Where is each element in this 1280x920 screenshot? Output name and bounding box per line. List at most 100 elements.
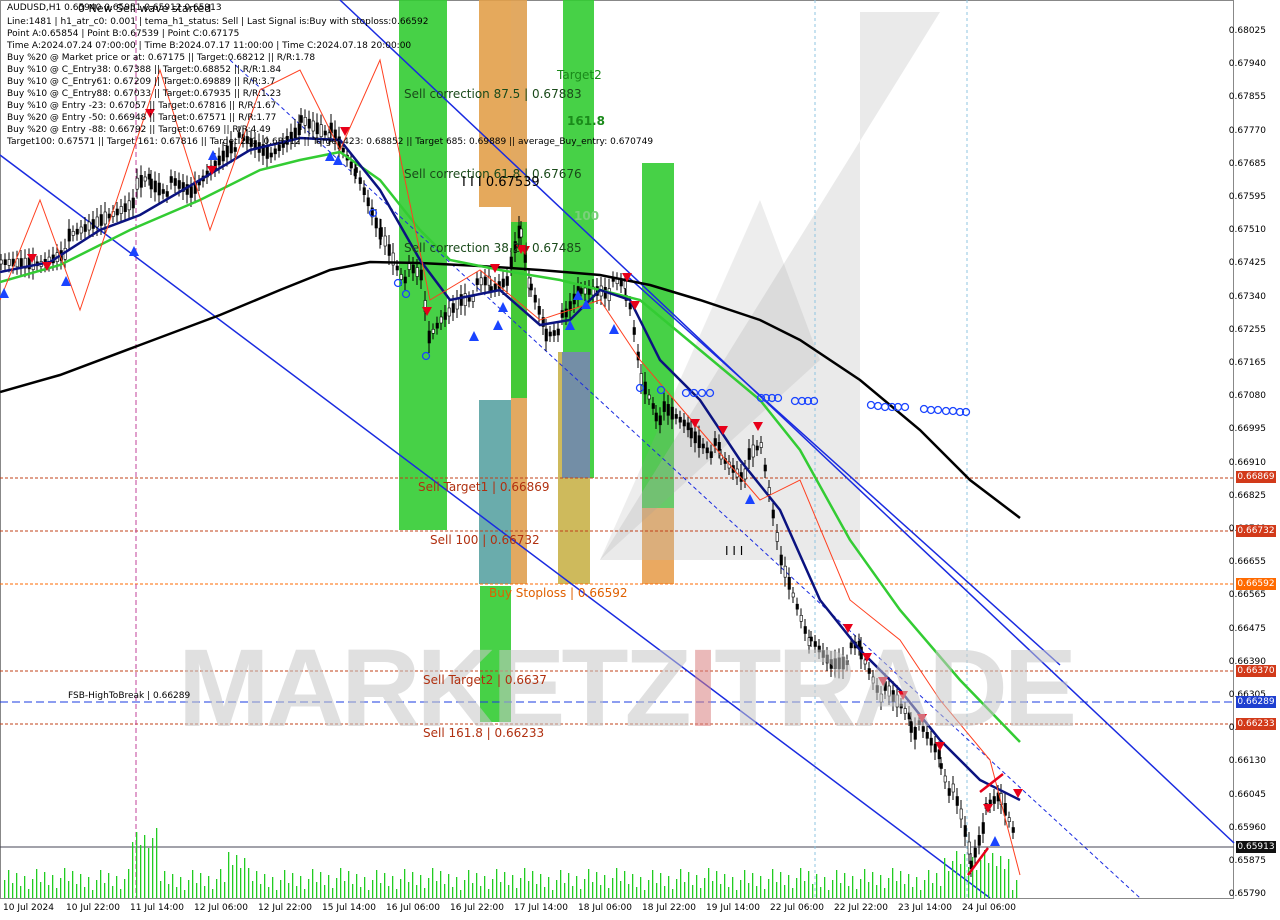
volume-bar [356,874,358,898]
buy-stoploss-label: Buy Stoploss | 0.66592 [489,586,628,600]
volume-bar [892,868,894,898]
volume-bar [616,868,618,898]
volume-bar [908,874,910,898]
candle-body [670,406,674,420]
candle-body [395,265,399,271]
volume-bar [688,872,690,898]
volume-bar [624,871,626,898]
volume-bar [144,835,146,898]
volume-bar [252,881,254,898]
price-tick-label: 0.67595 [1228,192,1266,202]
volume-bar [780,872,782,898]
candle-body [315,122,319,135]
volume-bar [28,889,30,898]
volume-bar [456,877,458,898]
volume-bar [4,880,6,898]
candle-body [431,329,435,334]
price-tag: 0.66869 [1236,471,1276,483]
volume-bar [752,873,754,898]
volume-bar [416,885,418,898]
candle-body [763,464,767,472]
volume-bar [848,886,850,898]
volume-bar [584,879,586,898]
volume-bar [924,880,926,898]
candle-body [71,231,75,236]
volume-bar [912,887,914,898]
time-tick-label: 18 Jul 22:00 [642,903,696,913]
volume-bar [240,868,242,898]
candle-body [189,186,193,198]
volume-bar [128,869,130,898]
price-tick-label: 0.67165 [1228,358,1266,368]
volume-bar [980,860,982,898]
price-tick-label: 0.66475 [1228,623,1266,634]
buy-arrow [208,150,218,160]
volume-bar [676,879,678,898]
candle-body [658,415,662,426]
volume-bar [672,889,674,898]
volume-bar [716,871,718,898]
volume-bar [500,882,502,898]
price-tick-label: 0.66995 [1228,424,1266,435]
volume-bar [632,874,634,898]
candle-body [233,147,237,152]
candle-body [639,373,643,385]
volume-bar [136,832,138,898]
candle-body [135,177,139,190]
volume-bar [60,878,62,898]
candle-body [951,783,955,793]
volume-bar [220,869,222,898]
info-line: Buy %10 @ C_Entry61: 0.67209 || Target:0… [7,77,276,87]
volume-bar [24,876,26,898]
volume-bar [580,889,582,898]
candle-body [173,178,177,186]
volume-bar [916,877,918,898]
volume-bar [284,870,286,898]
fsb-label: FSB-HighToBreak | 0.66289 [68,691,191,701]
volume-bar [964,854,966,898]
time-tick-label: 17 Jul 14:00 [514,903,568,913]
volume-bar [336,878,338,898]
candle-body [303,117,307,126]
candle-body [161,189,165,194]
volume-bar [800,868,802,898]
candle-body [678,416,682,423]
candle-body [177,180,181,189]
candle-body [362,187,366,195]
volume-bar [192,870,194,898]
volume-bar [596,872,598,898]
volume-bar [732,877,734,898]
volume-bar [724,874,726,898]
volume-bar [480,886,482,898]
candle-body [713,438,717,446]
volume-bar [68,881,70,898]
volume-bar [380,883,382,898]
volume-bar [812,884,814,898]
volume-bar [660,873,662,898]
price-tick-label: 0.67340 [1228,291,1266,302]
volume-bar [232,865,234,898]
volume-bar [464,880,466,898]
signal-circle [873,401,883,411]
candle-body [943,775,947,783]
volume-bar [372,880,374,898]
volume-bar [292,873,294,898]
volume-bar [204,886,206,898]
volume-bar [936,873,938,898]
volume-bar [744,870,746,898]
candle-body [947,788,951,796]
volume-bar [696,875,698,898]
time-tick-label: 19 Jul 14:00 [706,903,760,913]
candle-body [483,276,487,286]
candle-body [981,822,985,834]
candle-body [686,422,690,431]
volume-bar [88,877,90,898]
volume-bar [404,869,406,898]
candle-body [693,431,697,444]
candle-body [83,224,87,232]
volume-bar [880,875,882,898]
volume-bar [288,883,290,898]
volume-bar [64,868,66,898]
candle-body [157,182,161,196]
volume-bar [72,871,74,898]
